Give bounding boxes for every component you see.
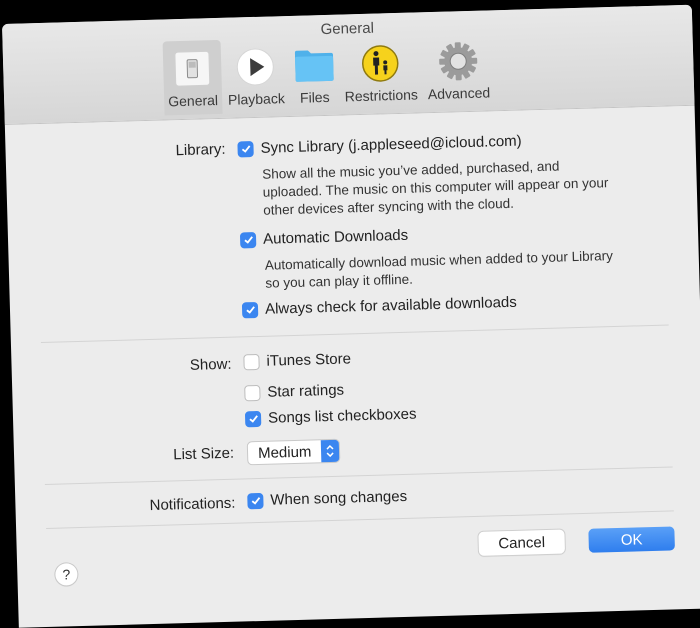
cancel-button[interactable]: Cancel [478,529,566,556]
play-icon [235,46,276,87]
checkmark-icon [245,306,255,314]
star-ratings-checkbox[interactable] [244,384,261,401]
songs-list-checkboxes-checkbox[interactable] [244,410,262,427]
itunes-store-option[interactable]: iTunes Store [243,350,351,370]
song-changes-checkbox[interactable] [247,492,264,509]
list-size-value: Medium [257,443,312,462]
tab-files[interactable]: Files [289,37,339,112]
preferences-window: General General Playback Files Restricti… [2,4,700,628]
tab-playback[interactable]: Playback [222,38,289,114]
ok-button[interactable]: OK [588,526,675,553]
itunes-store-checkbox[interactable] [243,353,260,370]
sync-library-label: Sync Library (j.appleseed@icloud.com) [260,132,522,157]
songs-list-checkboxes-option[interactable]: Songs list checkboxes [244,405,417,428]
checkmark-icon [243,236,253,244]
folder-icon [293,45,334,86]
stepper-arrows-icon [321,439,340,463]
tab-label: Restrictions [344,86,419,105]
songs-list-checkboxes-label: Songs list checkboxes [267,405,417,427]
star-ratings-label: Star ratings [267,381,345,401]
preferences-toolbar: General Playback Files Restrictions Adva… [162,32,497,116]
checkmark-icon [241,145,250,153]
always-check-label: Always check for available downloads [264,293,518,318]
automatic-downloads-label: Automatic Downloads [262,226,409,248]
tab-label: Playback [227,90,286,108]
checkmark-icon [248,415,258,423]
parental-restrictions-icon [360,43,401,84]
gear-icon [438,41,479,82]
checkmark-icon [251,497,260,505]
itunes-store-label: iTunes Store [266,350,352,370]
show-label: Show: [189,355,232,374]
sync-library-checkbox[interactable] [237,140,254,157]
list-size-label: List Size: [173,444,235,464]
always-check-checkbox[interactable] [241,301,259,318]
sync-library-option[interactable]: Sync Library (j.appleseed@icloud.com) [237,133,522,158]
notifications-label: Notifications: [149,494,236,515]
automatic-downloads-description: Automatically download music when added … [264,248,614,291]
always-check-option[interactable]: Always check for available downloads [241,293,518,319]
general-switch-icon [172,48,213,89]
library-label: Library: [175,140,226,160]
section-divider [40,324,669,344]
tab-general[interactable]: General [162,39,223,116]
tab-label: Files [299,88,330,106]
automatic-downloads-option[interactable]: Automatic Downloads [239,226,409,249]
tab-label: General [168,92,219,110]
song-changes-label: When song changes [270,487,408,509]
list-size-select[interactable]: Medium [247,439,340,465]
section-divider [44,466,673,485]
automatic-downloads-checkbox[interactable] [239,231,257,248]
sync-library-description: Show all the music you’ve added, purchas… [262,158,609,218]
song-changes-option[interactable]: When song changes [247,488,407,509]
star-ratings-option[interactable]: Star ratings [244,382,344,402]
tab-advanced[interactable]: Advanced [422,32,494,108]
tab-restrictions[interactable]: Restrictions [339,34,422,110]
tab-label: Advanced [427,84,491,103]
help-button[interactable]: ? [55,563,78,586]
titlebar: General General Playback Files Restricti… [2,4,695,125]
